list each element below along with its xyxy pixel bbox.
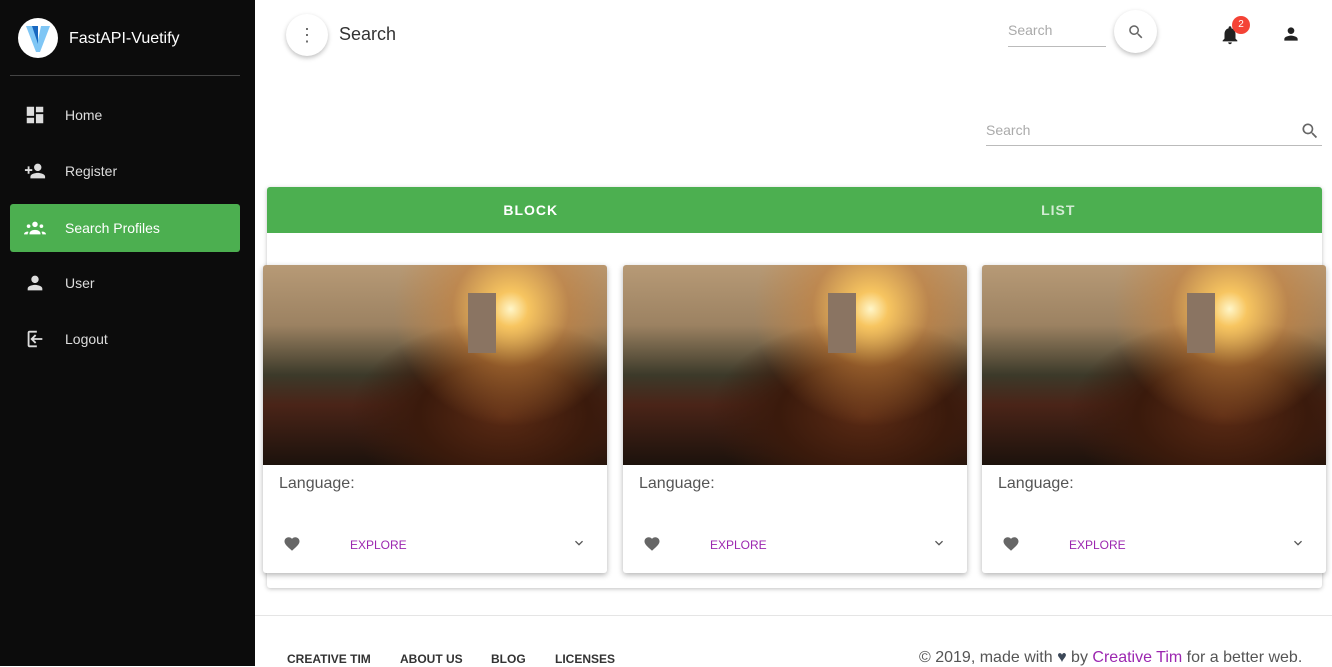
divider bbox=[10, 75, 240, 76]
card-image bbox=[263, 265, 607, 465]
footer-divider bbox=[255, 615, 1332, 616]
sidebar-item-label: Home bbox=[65, 107, 103, 123]
people-icon bbox=[24, 221, 46, 235]
sidebar-item-user[interactable]: User bbox=[10, 259, 240, 307]
sidebar-item-label: User bbox=[65, 275, 95, 291]
profile-card: Language: EXPLORE bbox=[982, 265, 1326, 573]
card-language: Language: bbox=[998, 475, 1074, 492]
profile-card: Language: EXPLORE bbox=[263, 265, 607, 573]
heart-icon[interactable] bbox=[283, 535, 301, 553]
copyright-suffix: for a better web. bbox=[1186, 649, 1303, 666]
copyright-by: by bbox=[1071, 649, 1088, 666]
dashboard-icon bbox=[26, 106, 44, 124]
explore-button[interactable]: EXPLORE bbox=[710, 538, 767, 552]
toolbar-search-input[interactable]: Search bbox=[1008, 22, 1106, 47]
sidebar-item-register[interactable]: Register bbox=[10, 147, 240, 195]
card-image bbox=[982, 265, 1326, 465]
more-vert-icon: ⋮ bbox=[298, 24, 316, 45]
sidebar-item-search-profiles[interactable]: Search Profiles bbox=[10, 204, 240, 252]
account-icon[interactable] bbox=[1281, 24, 1301, 44]
heart-icon[interactable] bbox=[1002, 535, 1020, 553]
footer-link-blog[interactable]: BLOG bbox=[491, 652, 526, 666]
person-icon bbox=[27, 275, 43, 291]
footer-link-licenses[interactable]: LICENSES bbox=[555, 652, 615, 666]
search-icon[interactable] bbox=[1300, 121, 1320, 141]
sidebar-item-home[interactable]: Home bbox=[10, 91, 240, 139]
profile-search-input[interactable]: Search bbox=[986, 116, 1322, 146]
search-button[interactable] bbox=[1114, 10, 1157, 53]
vuetify-logo bbox=[18, 18, 58, 58]
sidebar-item-label: Search Profiles bbox=[65, 220, 160, 236]
author-link[interactable]: Creative Tim bbox=[1092, 649, 1182, 666]
heart-icon: ♥ bbox=[1057, 649, 1067, 666]
person-add-icon bbox=[24, 163, 46, 179]
profile-card: Language: EXPLORE bbox=[623, 265, 967, 573]
search-placeholder: Search bbox=[986, 122, 1031, 138]
footer-link-creative-tim[interactable]: CREATIVE TIM bbox=[287, 652, 371, 666]
brand-title: FastAPI-Vuetify bbox=[69, 30, 180, 47]
tab-block[interactable]: BLOCK bbox=[267, 187, 795, 235]
footer-link-about-us[interactable]: ABOUT US bbox=[400, 652, 463, 666]
card-image bbox=[623, 265, 967, 465]
search-icon bbox=[1128, 24, 1142, 38]
sidebar-item-logout[interactable]: Logout bbox=[10, 315, 240, 363]
card-language: Language: bbox=[639, 475, 715, 492]
menu-toggle-button[interactable]: ⋮ bbox=[286, 14, 328, 56]
logout-icon bbox=[27, 330, 43, 348]
sidebar: FastAPI-Vuetify Home Register Search Pro… bbox=[0, 0, 255, 666]
notification-badge: 2 bbox=[1232, 16, 1250, 34]
chevron-down-icon[interactable] bbox=[1290, 535, 1306, 551]
sidebar-item-label: Logout bbox=[65, 331, 108, 347]
explore-button[interactable]: EXPLORE bbox=[350, 538, 407, 552]
card-language: Language: bbox=[279, 475, 355, 492]
page-title: Search bbox=[339, 24, 397, 44]
chevron-down-icon[interactable] bbox=[571, 535, 587, 551]
chevron-down-icon[interactable] bbox=[931, 535, 947, 551]
copyright-prefix: © 2019, made with bbox=[919, 649, 1053, 666]
sidebar-item-label: Register bbox=[65, 163, 118, 179]
explore-button[interactable]: EXPLORE bbox=[1069, 538, 1126, 552]
tab-list[interactable]: LIST bbox=[795, 187, 1323, 233]
heart-icon[interactable] bbox=[643, 535, 661, 553]
copyright: © 2019, made with ♥ by Creative Tim for … bbox=[919, 649, 1302, 667]
view-tabs: BLOCK LIST bbox=[267, 187, 1323, 235]
